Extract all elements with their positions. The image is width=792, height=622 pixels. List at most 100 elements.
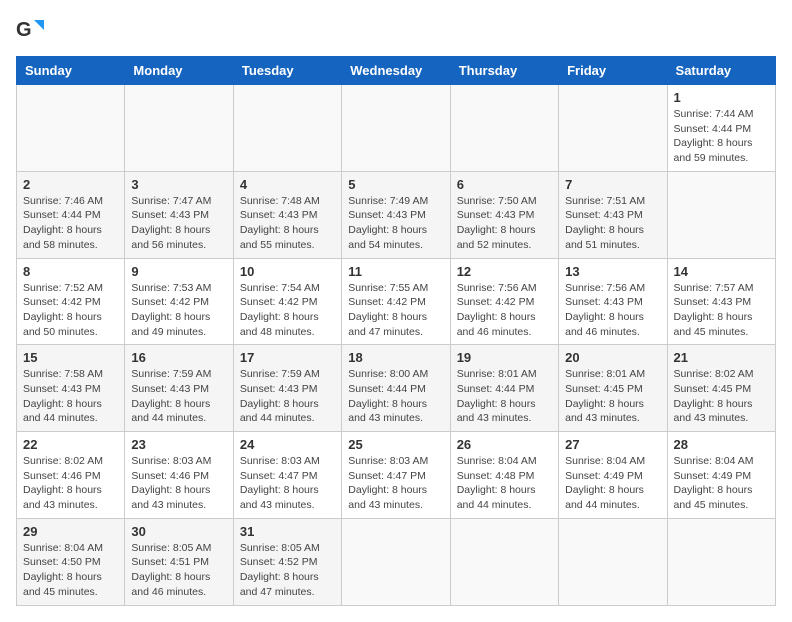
day-number: 14 [674, 264, 769, 279]
calendar-day: 31 Sunrise: 8:05 AMSunset: 4:52 PMDayligh… [233, 518, 341, 605]
calendar-day: 13 Sunrise: 7:56 AMSunset: 4:43 PMDayligh… [559, 258, 667, 345]
calendar-day: 20 Sunrise: 8:01 AMSunset: 4:45 PMDayligh… [559, 345, 667, 432]
logo-icon: G [16, 16, 44, 44]
page-header: G [16, 16, 776, 44]
day-info: Sunrise: 7:51 AMSunset: 4:43 PMDaylight:… [565, 194, 660, 253]
calendar-table: SundayMondayTuesdayWednesdayThursdayFrid… [16, 56, 776, 606]
calendar-week-row: 2 Sunrise: 7:46 AMSunset: 4:44 PMDaylight… [17, 171, 776, 258]
day-number: 23 [131, 437, 226, 452]
svg-text:G: G [16, 19, 32, 41]
day-info: Sunrise: 8:03 AMSunset: 4:47 PMDaylight:… [348, 454, 443, 513]
calendar-week-row: 29Sunrise: 8:04 AMSunset: 4:50 PMDayligh… [17, 518, 776, 605]
calendar-day: 11Sunrise: 7:55 AMSunset: 4:42 PMDayligh… [342, 258, 450, 345]
day-info: Sunrise: 8:04 AMSunset: 4:48 PMDaylight:… [457, 454, 552, 513]
calendar-day: 23Sunrise: 8:03 AMSunset: 4:46 PMDayligh… [125, 432, 233, 519]
calendar-day: 3Sunrise: 7:47 AMSunset: 4:43 PMDaylight… [125, 171, 233, 258]
calendar-day: 15 Sunrise: 7:58 AMSunset: 4:43 PMDayligh… [17, 345, 125, 432]
empty-cell [17, 85, 125, 172]
day-number: 2 [23, 177, 118, 192]
calendar-day: 1Sunrise: 7:44 AMSunset: 4:44 PMDaylight… [667, 85, 775, 172]
empty-cell [125, 85, 233, 172]
day-number: 10 [240, 264, 335, 279]
empty-cell [667, 171, 775, 258]
col-header-tuesday: Tuesday [233, 57, 341, 85]
day-number: 26 [457, 437, 552, 452]
calendar-header-row: SundayMondayTuesdayWednesdayThursdayFrid… [17, 57, 776, 85]
day-info: Sunrise: 8:01 AMSunset: 4:45 PMDaylight:… [565, 367, 660, 426]
calendar-day: 6 Sunrise: 7:50 AMSunset: 4:43 PMDaylight… [450, 171, 558, 258]
calendar-day: 14 Sunrise: 7:57 AMSunset: 4:43 PMDayligh… [667, 258, 775, 345]
day-number: 5 [348, 177, 443, 192]
day-number: 15 [23, 350, 118, 365]
calendar-day: 18Sunrise: 8:00 AMSunset: 4:44 PMDayligh… [342, 345, 450, 432]
day-info: Sunrise: 7:49 AMSunset: 4:43 PMDaylight:… [348, 194, 443, 253]
day-info: Sunrise: 7:48 AMSunset: 4:43 PMDaylight:… [240, 194, 335, 253]
day-info: Sunrise: 7:50 AMSunset: 4:43 PMDaylight:… [457, 194, 552, 253]
calendar-day: 24 Sunrise: 8:03 AMSunset: 4:47 PMDayligh… [233, 432, 341, 519]
day-info: Sunrise: 7:53 AMSunset: 4:42 PMDaylight:… [131, 281, 226, 340]
day-number: 9 [131, 264, 226, 279]
calendar-day: 16 Sunrise: 7:59 AMSunset: 4:43 PMDayligh… [125, 345, 233, 432]
empty-cell [450, 85, 558, 172]
day-info: Sunrise: 8:03 AMSunset: 4:47 PMDaylight:… [240, 454, 335, 513]
calendar-day: 25 Sunrise: 8:03 AMSunset: 4:47 PMDayligh… [342, 432, 450, 519]
calendar-week-row: 8Sunrise: 7:52 AMSunset: 4:42 PMDaylight… [17, 258, 776, 345]
calendar-day: 5 Sunrise: 7:49 AMSunset: 4:43 PMDaylight… [342, 171, 450, 258]
empty-cell [233, 85, 341, 172]
day-number: 21 [674, 350, 769, 365]
calendar-day: 2 Sunrise: 7:46 AMSunset: 4:44 PMDaylight… [17, 171, 125, 258]
day-info: Sunrise: 8:05 AMSunset: 4:51 PMDaylight:… [131, 541, 226, 600]
day-info: Sunrise: 8:04 AMSunset: 4:49 PMDaylight:… [565, 454, 660, 513]
col-header-monday: Monday [125, 57, 233, 85]
day-info: Sunrise: 8:04 AMSunset: 4:50 PMDaylight:… [23, 541, 118, 600]
day-number: 28 [674, 437, 769, 452]
calendar-day: 22Sunrise: 8:02 AMSunset: 4:46 PMDayligh… [17, 432, 125, 519]
calendar-day: 8Sunrise: 7:52 AMSunset: 4:42 PMDaylight… [17, 258, 125, 345]
calendar-day: 30Sunrise: 8:05 AMSunset: 4:51 PMDayligh… [125, 518, 233, 605]
day-number: 13 [565, 264, 660, 279]
day-number: 7 [565, 177, 660, 192]
day-info: Sunrise: 7:59 AMSunset: 4:43 PMDaylight:… [131, 367, 226, 426]
day-number: 4 [240, 177, 335, 192]
empty-cell [342, 518, 450, 605]
day-info: Sunrise: 8:04 AMSunset: 4:49 PMDaylight:… [674, 454, 769, 513]
day-number: 11 [348, 264, 443, 279]
empty-cell [559, 518, 667, 605]
day-number: 24 [240, 437, 335, 452]
calendar-week-row: 22Sunrise: 8:02 AMSunset: 4:46 PMDayligh… [17, 432, 776, 519]
empty-cell [450, 518, 558, 605]
calendar-day: 9 Sunrise: 7:53 AMSunset: 4:42 PMDaylight… [125, 258, 233, 345]
day-info: Sunrise: 7:58 AMSunset: 4:43 PMDaylight:… [23, 367, 118, 426]
day-number: 6 [457, 177, 552, 192]
day-info: Sunrise: 7:46 AMSunset: 4:44 PMDaylight:… [23, 194, 118, 253]
day-info: Sunrise: 8:01 AMSunset: 4:44 PMDaylight:… [457, 367, 552, 426]
calendar-day: 19Sunrise: 8:01 AMSunset: 4:44 PMDayligh… [450, 345, 558, 432]
empty-cell [667, 518, 775, 605]
day-info: Sunrise: 7:57 AMSunset: 4:43 PMDaylight:… [674, 281, 769, 340]
day-info: Sunrise: 7:56 AMSunset: 4:42 PMDaylight:… [457, 281, 552, 340]
calendar-day: 26 Sunrise: 8:04 AMSunset: 4:48 PMDayligh… [450, 432, 558, 519]
day-info: Sunrise: 7:56 AMSunset: 4:43 PMDaylight:… [565, 281, 660, 340]
calendar-day: 12 Sunrise: 7:56 AMSunset: 4:42 PMDayligh… [450, 258, 558, 345]
calendar-day: 10Sunrise: 7:54 AMSunset: 4:42 PMDayligh… [233, 258, 341, 345]
calendar-week-row: 1Sunrise: 7:44 AMSunset: 4:44 PMDaylight… [17, 85, 776, 172]
day-number: 17 [240, 350, 335, 365]
day-number: 25 [348, 437, 443, 452]
day-number: 12 [457, 264, 552, 279]
calendar-day: 4 Sunrise: 7:48 AMSunset: 4:43 PMDaylight… [233, 171, 341, 258]
day-number: 20 [565, 350, 660, 365]
day-info: Sunrise: 8:05 AMSunset: 4:52 PMDaylight:… [240, 541, 335, 600]
day-number: 16 [131, 350, 226, 365]
col-header-thursday: Thursday [450, 57, 558, 85]
calendar-day: 28 Sunrise: 8:04 AMSunset: 4:49 PMDayligh… [667, 432, 775, 519]
day-number: 3 [131, 177, 226, 192]
calendar-day: 7 Sunrise: 7:51 AMSunset: 4:43 PMDaylight… [559, 171, 667, 258]
day-info: Sunrise: 7:59 AMSunset: 4:43 PMDaylight:… [240, 367, 335, 426]
day-info: Sunrise: 8:02 AMSunset: 4:45 PMDaylight:… [674, 367, 769, 426]
calendar-day: 21 Sunrise: 8:02 AMSunset: 4:45 PMDayligh… [667, 345, 775, 432]
day-number: 8 [23, 264, 118, 279]
calendar-week-row: 15 Sunrise: 7:58 AMSunset: 4:43 PMDayligh… [17, 345, 776, 432]
day-number: 31 [240, 524, 335, 539]
empty-cell [559, 85, 667, 172]
col-header-sunday: Sunday [17, 57, 125, 85]
